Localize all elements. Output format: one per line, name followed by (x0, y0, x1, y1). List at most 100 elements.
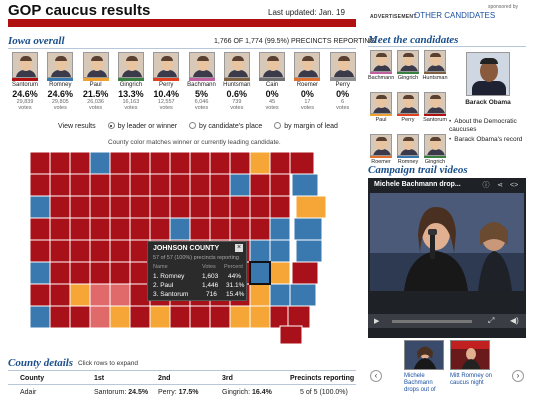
cell-second[interactable]: Perry: 17.5% (158, 389, 198, 396)
county-shape[interactable] (29, 151, 51, 175)
county-shape[interactable] (169, 305, 191, 329)
county-shape[interactable] (69, 195, 91, 219)
county-shape[interactable] (209, 151, 231, 175)
candidate-result[interactable]: Huntsman 0.6% 739 votes (220, 52, 254, 111)
meet-candidate[interactable]: Romney (395, 134, 421, 165)
county-shape[interactable] (29, 305, 51, 329)
county-shape[interactable] (169, 151, 191, 175)
county-shape[interactable] (69, 217, 91, 241)
video-thumbnail[interactable] (450, 340, 490, 370)
county-shape[interactable] (89, 173, 111, 197)
candidate-photo[interactable] (397, 92, 419, 114)
county-shape[interactable] (189, 305, 211, 329)
county-shape[interactable] (289, 283, 317, 307)
county-shape[interactable] (295, 195, 327, 219)
county-shape[interactable] (269, 217, 291, 241)
county-shape[interactable] (169, 173, 191, 197)
candidate-result[interactable]: Perry 0% 6 votes (326, 52, 360, 111)
meet-candidate[interactable]: Gingrich (422, 134, 448, 165)
candidate-photo[interactable] (259, 52, 286, 78)
county-shape[interactable] (149, 151, 171, 175)
video-title[interactable]: Michele Bachmann drop... (374, 181, 461, 188)
county-shape[interactable] (89, 217, 111, 241)
county-shape[interactable] (89, 239, 111, 263)
candidate-name[interactable]: Huntsman (422, 75, 448, 81)
cell-first[interactable]: Santorum: 24.5% (94, 389, 148, 396)
meet-candidate[interactable]: Huntsman (422, 50, 448, 81)
candidate-result[interactable]: Santorum 24.6% 29,839 votes (8, 52, 42, 111)
share-icon[interactable]: ⋖ (496, 182, 504, 190)
county-shape[interactable] (229, 195, 251, 219)
county-shape[interactable] (109, 283, 131, 307)
county-shape[interactable] (49, 239, 71, 263)
county-shape[interactable] (249, 239, 271, 263)
county-shape[interactable] (189, 217, 211, 241)
county-shape[interactable] (269, 239, 291, 263)
county-shape[interactable] (129, 195, 151, 219)
county-shape[interactable] (149, 217, 171, 241)
cell-third[interactable]: Gingrich: 16.4% (222, 389, 272, 396)
meet-candidate[interactable]: Bachmann (368, 50, 394, 81)
video-caption[interactable]: Michele Bachmann drops out of (404, 373, 448, 394)
candidate-photo[interactable] (397, 50, 419, 72)
candidate-photo[interactable] (370, 50, 392, 72)
county-shape[interactable] (49, 305, 71, 329)
county-shape[interactable] (249, 217, 271, 241)
meet-candidate[interactable]: Gingrich (395, 50, 421, 81)
county-shape[interactable] (89, 305, 111, 329)
county-shape[interactable] (49, 151, 71, 175)
county-shape[interactable] (49, 195, 71, 219)
candidate-photo[interactable] (397, 134, 419, 156)
play-icon[interactable]: ▶ (374, 317, 379, 325)
candidate-result[interactable]: Romney 24.6% 29,805 votes (43, 52, 77, 111)
county-shape[interactable] (269, 195, 291, 219)
county-shape[interactable] (249, 173, 271, 197)
county-shape[interactable] (169, 195, 191, 219)
county-shape[interactable] (289, 151, 315, 175)
county-shape[interactable] (29, 195, 51, 219)
candidate-photo[interactable] (82, 52, 109, 78)
county-shape[interactable] (229, 151, 251, 175)
radio-label-place[interactable]: by candidate's place (199, 123, 262, 130)
county-shape[interactable] (269, 305, 291, 329)
county-shape[interactable] (129, 305, 151, 329)
county-shape[interactable] (149, 305, 171, 329)
meet-candidate[interactable]: Roemer (368, 134, 394, 165)
county-shape[interactable] (29, 217, 51, 241)
candidate-name[interactable]: Paul (368, 117, 394, 123)
county-shape[interactable] (209, 173, 231, 197)
candidate-photo[interactable] (329, 52, 356, 78)
candidate-photo[interactable] (370, 92, 392, 114)
candidate-photo[interactable] (12, 52, 38, 78)
candidate-name[interactable]: Gingrich (395, 75, 421, 81)
radio-by-leader[interactable] (107, 122, 115, 129)
video-caption[interactable]: Mitt Romney on caucus night (450, 373, 494, 387)
county-shape[interactable] (109, 151, 131, 175)
candidate-name[interactable]: Perry (395, 117, 421, 123)
county-shape[interactable] (129, 173, 151, 197)
other-candidates-link[interactable]: OTHER CANDIDATES (414, 11, 495, 20)
meet-candidate[interactable]: Perry (395, 92, 421, 123)
county-shape[interactable] (189, 151, 211, 175)
county-shape[interactable] (109, 217, 131, 241)
county-shape[interactable] (249, 305, 271, 329)
chevron-right-icon[interactable]: › (512, 370, 524, 382)
county-shape[interactable] (269, 151, 291, 175)
radio-by-margin[interactable] (274, 122, 282, 129)
close-icon[interactable]: × (235, 244, 243, 252)
info-icon[interactable]: ⓘ (482, 182, 490, 190)
radio-label-margin[interactable]: by margin of lead (284, 123, 338, 130)
obama-photo[interactable] (466, 52, 510, 96)
selected-county[interactable] (249, 261, 271, 285)
meet-candidate[interactable]: Santorum (422, 92, 448, 123)
county-shape[interactable] (149, 195, 171, 219)
county-shape[interactable] (109, 239, 131, 263)
county-shape[interactable] (209, 305, 231, 329)
county-shape[interactable] (109, 305, 131, 329)
county-shape[interactable] (269, 261, 291, 285)
candidate-photo[interactable] (424, 92, 446, 114)
county-shape[interactable] (189, 195, 211, 219)
county-shape[interactable] (249, 283, 271, 307)
county-shape[interactable] (89, 195, 111, 219)
county-shape[interactable] (295, 239, 323, 263)
